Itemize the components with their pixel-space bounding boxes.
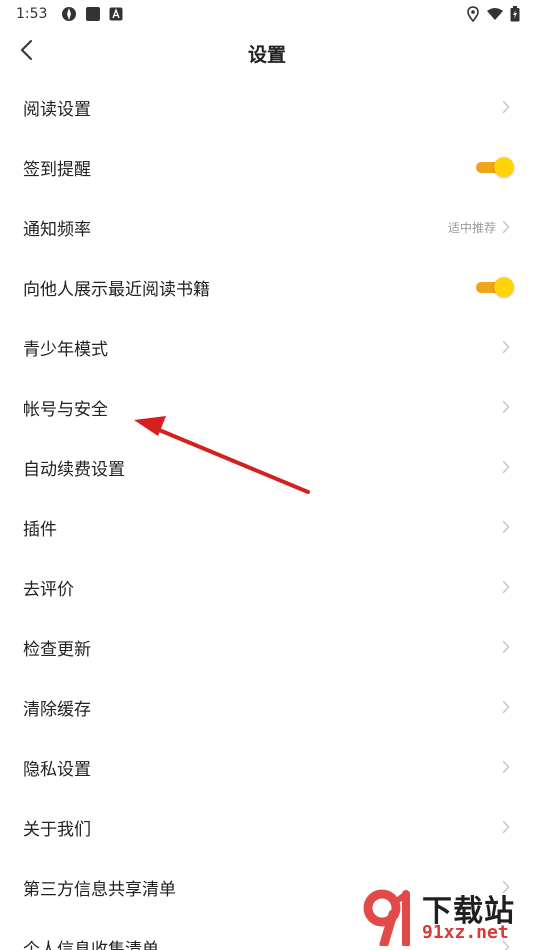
compass-icon bbox=[61, 6, 77, 22]
settings-row-label: 自动续费设置 bbox=[23, 459, 125, 480]
square-app-icon bbox=[85, 6, 101, 22]
settings-row[interactable]: 阅读设置 bbox=[0, 77, 534, 137]
settings-row-label: 通知频率 bbox=[23, 219, 91, 240]
settings-row-label: 签到提醒 bbox=[23, 159, 91, 180]
chevron-right-icon bbox=[500, 579, 512, 595]
navigation-bar: 设置 bbox=[0, 28, 534, 76]
chevron-right-icon bbox=[500, 519, 512, 535]
toggle-knob bbox=[494, 277, 514, 297]
chevron-right-icon bbox=[500, 219, 512, 235]
settings-row-label: 关于我们 bbox=[23, 819, 91, 840]
chevron-right-icon bbox=[500, 399, 512, 415]
settings-row-trailing bbox=[476, 276, 514, 298]
settings-row-trailing bbox=[500, 759, 512, 775]
settings-row[interactable]: 帐号与安全 bbox=[0, 377, 534, 437]
settings-row[interactable]: 向他人展示最近阅读书籍 bbox=[0, 257, 534, 317]
settings-row-label: 帐号与安全 bbox=[23, 399, 108, 420]
settings-row-label: 阅读设置 bbox=[23, 99, 91, 120]
settings-row[interactable]: 去评价 bbox=[0, 557, 534, 617]
settings-row-label: 隐私设置 bbox=[23, 759, 91, 780]
status-left: 1:53 bbox=[16, 6, 123, 22]
settings-row-trailing: 适中推荐 bbox=[448, 219, 512, 236]
toggle-knob bbox=[494, 157, 514, 177]
settings-row-trailing bbox=[500, 399, 512, 415]
settings-row-trailing bbox=[500, 699, 512, 715]
settings-row[interactable]: 自动续费设置 bbox=[0, 437, 534, 497]
toggle-switch[interactable] bbox=[476, 276, 514, 298]
battery-charging-icon bbox=[510, 6, 520, 22]
toggle-switch[interactable] bbox=[476, 156, 514, 178]
page-title: 设置 bbox=[247, 44, 286, 66]
settings-list: 阅读设置签到提醒通知频率 适中推荐向他人展示最近阅读书籍 青少年模式帐号与安全自动续… bbox=[0, 77, 534, 950]
settings-row-trailing bbox=[500, 459, 512, 475]
chevron-right-icon bbox=[500, 699, 512, 715]
chevron-right-icon bbox=[500, 99, 512, 115]
chevron-right-icon bbox=[500, 819, 512, 835]
settings-row[interactable]: 通知频率 适中推荐 bbox=[0, 197, 534, 257]
settings-row-value: 适中推荐 bbox=[447, 220, 496, 235]
watermark: 下载站 91xz.net bbox=[360, 886, 530, 950]
settings-row-label: 检查更新 bbox=[23, 639, 91, 660]
settings-row[interactable]: 隐私设置 bbox=[0, 737, 534, 797]
settings-row-label: 去评价 bbox=[23, 579, 74, 600]
status-right bbox=[466, 6, 520, 22]
status-time: 1:53 bbox=[16, 6, 48, 22]
status-bar: 1:53 bbox=[0, 0, 534, 28]
settings-row-label: 插件 bbox=[23, 519, 57, 540]
settings-row-trailing bbox=[500, 339, 512, 355]
settings-row[interactable]: 关于我们 bbox=[0, 797, 534, 857]
chevron-right-icon bbox=[500, 459, 512, 475]
settings-row-label: 清除缓存 bbox=[23, 699, 91, 720]
settings-row[interactable]: 插件 bbox=[0, 497, 534, 557]
settings-row-trailing bbox=[476, 156, 514, 178]
font-app-icon bbox=[109, 7, 123, 21]
chevron-right-icon bbox=[500, 339, 512, 355]
settings-row[interactable]: 清除缓存 bbox=[0, 677, 534, 737]
settings-row-trailing bbox=[500, 99, 512, 115]
wifi-icon bbox=[486, 7, 504, 21]
settings-row-trailing bbox=[500, 519, 512, 535]
91-logo-icon bbox=[360, 888, 418, 950]
settings-row[interactable]: 青少年模式 bbox=[0, 317, 534, 377]
location-icon bbox=[466, 6, 480, 22]
settings-row-label: 向他人展示最近阅读书籍 bbox=[23, 279, 210, 300]
chevron-right-icon bbox=[500, 639, 512, 655]
settings-row-trailing bbox=[500, 639, 512, 655]
settings-row[interactable]: 签到提醒 bbox=[0, 137, 534, 197]
settings-row-label: 青少年模式 bbox=[23, 339, 108, 360]
watermark-secondary-text: 91xz.net bbox=[422, 922, 509, 943]
settings-row[interactable]: 检查更新 bbox=[0, 617, 534, 677]
settings-row-trailing bbox=[500, 579, 512, 595]
settings-row-trailing bbox=[500, 819, 512, 835]
chevron-right-icon bbox=[500, 759, 512, 775]
